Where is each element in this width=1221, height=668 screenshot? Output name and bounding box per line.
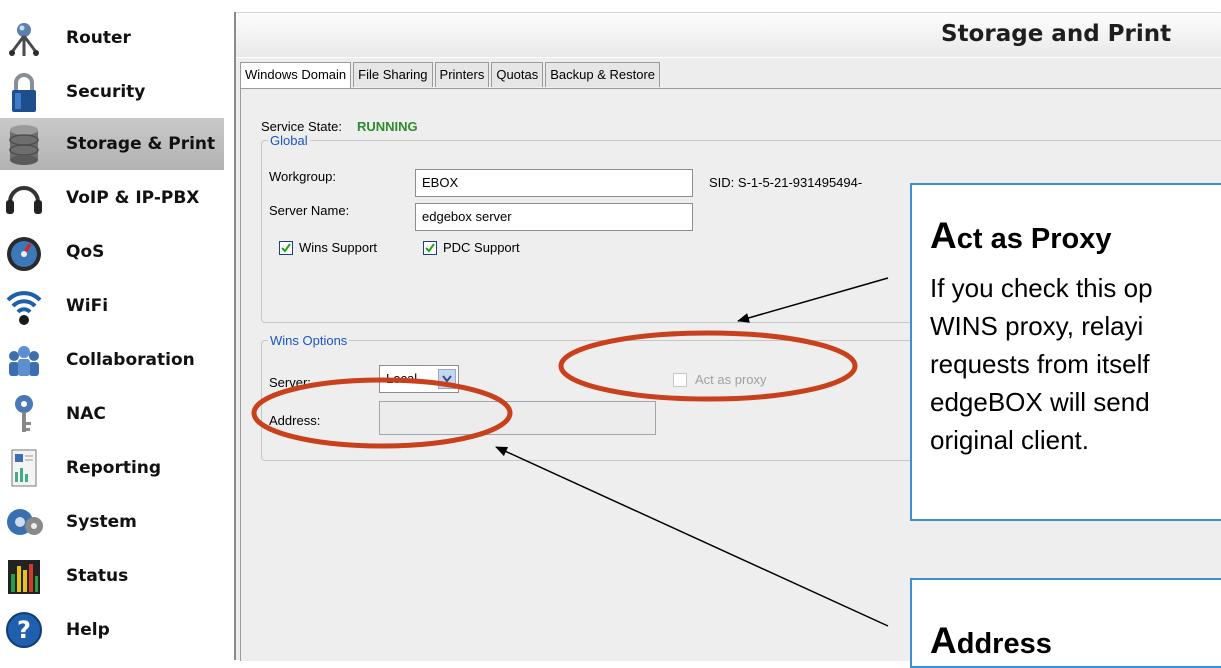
wins-support-checkbox[interactable] (279, 241, 293, 255)
sidebar-item-wifi[interactable]: WiFi (0, 280, 224, 332)
tab-quotas[interactable]: Quotas (491, 62, 544, 87)
sidebar-item-help[interactable]: ? Help (0, 604, 224, 656)
sidebar-item-storage-print[interactable]: Storage & Print (0, 118, 224, 170)
sidebar-item-label: System (66, 512, 137, 532)
address-input[interactable] (379, 401, 656, 435)
gears-icon (4, 500, 44, 544)
wins-options-legend: Wins Options (270, 333, 348, 348)
callout-line: edgeBOX will send (930, 387, 1150, 417)
title-bar: Storage and Print (236, 12, 1221, 57)
sidebar-item-collaboration[interactable]: Collaboration (0, 334, 224, 386)
tab-file-sharing[interactable]: File Sharing (353, 62, 433, 87)
act-as-proxy-checkbox[interactable] (673, 373, 687, 387)
sidebar-item-label: Collaboration (66, 350, 195, 370)
keys-icon (4, 392, 44, 436)
callout-title: Act as Proxy (930, 215, 1112, 257)
server-select[interactable]: Local (379, 365, 459, 393)
sidebar-item-label: Help (66, 620, 110, 640)
global-legend: Global (270, 133, 308, 148)
sidebar-item-qos[interactable]: QoS (0, 226, 224, 278)
callout-line: requests from itself (930, 349, 1150, 379)
callout-title-initial: A (930, 215, 957, 256)
address-label: Address: (269, 413, 321, 428)
bar-chart-icon (4, 554, 44, 598)
database-icon (4, 122, 44, 166)
page-title: Storage and Print (941, 21, 1172, 47)
report-icon (4, 446, 44, 490)
workgroup-input[interactable]: EBOX (415, 169, 693, 197)
wifi-icon (4, 284, 44, 328)
sidebar-item-label: Status (66, 566, 129, 586)
checkmark-icon (281, 243, 291, 253)
service-state-label: Service State: (261, 119, 342, 134)
sidebar-item-security[interactable]: Security (0, 66, 224, 118)
callout-body: If you check this op WINS proxy, relayi … (930, 269, 1221, 459)
callout-title-rest: ddress (956, 628, 1052, 660)
pdc-support-label: PDC Support (443, 240, 520, 255)
tab-bar: Windows Domain File Sharing Printers Quo… (240, 62, 662, 89)
tab-backup-restore[interactable]: Backup & Restore (545, 62, 661, 87)
callout-act-as-proxy: Act as Proxy If you check this op WINS p… (910, 183, 1221, 521)
sidebar-item-label: QoS (66, 242, 105, 262)
gauge-icon (4, 230, 44, 274)
callout-title-initial: A (930, 620, 957, 661)
service-state-value: RUNNING (357, 119, 418, 134)
sidebar-item-system[interactable]: System (0, 496, 224, 548)
sidebar-item-status[interactable]: Status (0, 550, 224, 602)
sidebar-item-router[interactable]: Router (0, 12, 224, 64)
sidebar-item-label: Router (66, 28, 131, 48)
sidebar-item-voip[interactable]: VoIP & IP-PBX (0, 172, 224, 224)
pdc-support-checkbox[interactable] (423, 241, 437, 255)
callout-line: WINS proxy, relayi (930, 311, 1144, 341)
padlock-icon (4, 70, 44, 114)
sidebar-item-label: Storage & Print (66, 134, 216, 154)
wins-support-label: Wins Support (299, 240, 378, 255)
people-icon (4, 338, 44, 382)
tab-windows-domain[interactable]: Windows Domain (240, 62, 352, 89)
sidebar-item-label: VoIP & IP-PBX (66, 188, 200, 208)
server-label: Server: (269, 375, 311, 390)
sidebar-item-reporting[interactable]: Reporting (0, 442, 224, 494)
sid-text: SID: S-1-5-21-931495494- (709, 175, 863, 190)
callout-line: original client. (930, 425, 1089, 455)
sidebar-item-nac[interactable]: NAC (0, 388, 224, 440)
act-as-proxy-label: Act as proxy (695, 372, 767, 387)
sidebar-item-label: NAC (66, 404, 106, 424)
checkmark-icon (425, 243, 435, 253)
svg-text:?: ? (17, 616, 31, 644)
callout-address: Address (910, 578, 1221, 668)
server-name-input[interactable]: edgebox server (415, 203, 693, 231)
callout-title: Address (930, 620, 1052, 662)
sidebar: Router Security Storage & Print VoIP & I… (0, 0, 224, 660)
help-icon: ? (4, 608, 44, 652)
sidebar-item-label: Reporting (66, 458, 162, 478)
server-select-value: Local (386, 371, 418, 386)
callout-title-rest: ct as Proxy (956, 223, 1112, 255)
headset-icon (4, 176, 44, 220)
server-name-label: Server Name: (269, 203, 350, 218)
callout-line: If you check this op (930, 273, 1153, 303)
sidebar-item-label: WiFi (66, 296, 109, 316)
chevron-down-icon[interactable] (438, 369, 456, 389)
tab-printers[interactable]: Printers (434, 62, 490, 87)
sidebar-item-label: Security (66, 82, 146, 102)
workgroup-label: Workgroup: (269, 169, 336, 184)
router-icon (4, 16, 44, 60)
